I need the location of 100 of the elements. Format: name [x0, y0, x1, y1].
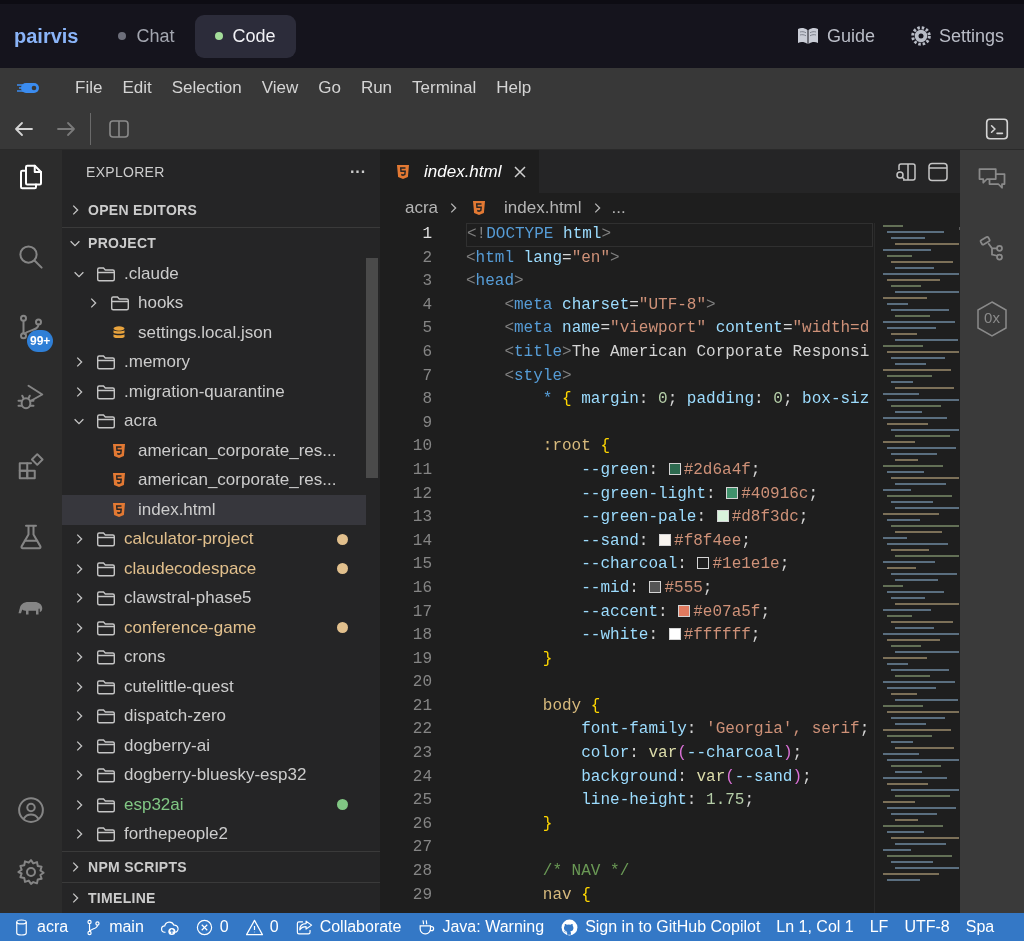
tree-item[interactable]: dogberry-ai — [62, 731, 380, 761]
menu-item[interactable]: Edit — [122, 78, 152, 98]
line-number: 29 — [411, 884, 432, 906]
menu-item[interactable]: Selection — [171, 78, 242, 98]
section-header[interactable]: TIMELINE — [62, 883, 380, 913]
line-number: 22 — [411, 719, 432, 741]
html-file-icon — [112, 501, 126, 518]
breadcrumb[interactable]: index.html — [468, 198, 582, 218]
file-name: clawstral-phase5 — [124, 588, 252, 609]
hexagon-icon — [975, 300, 1009, 338]
file-name: settings.local.json — [138, 322, 273, 343]
tree-item[interactable]: .claude — [62, 259, 380, 289]
status-item[interactable]: LF — [869, 918, 889, 936]
github-icon — [560, 917, 580, 937]
more-button[interactable]: ··· — [350, 162, 366, 181]
code-line: color: var(--charcoal); — [580, 744, 803, 763]
editor-tab[interactable]: index.html — [380, 150, 540, 193]
line-number: 21 — [411, 695, 432, 717]
menu-item[interactable]: Help — [496, 78, 532, 98]
tree-item[interactable]: esp32ai — [62, 790, 380, 820]
tree-item[interactable]: .migration-quarantine — [62, 377, 380, 407]
folder-icon — [96, 560, 116, 577]
menu-item[interactable]: Run — [360, 78, 393, 98]
tree-item[interactable]: cutelittle-quest — [62, 672, 380, 702]
code-line: --green: #2d6a4f; — [580, 460, 761, 479]
settings-icon[interactable] — [16, 857, 46, 887]
settings-link[interactable]: Settings — [910, 25, 1004, 47]
file-name: calculator-project — [124, 529, 254, 550]
tree-item[interactable]: calculator-project — [62, 524, 380, 554]
minimap[interactable] — [874, 223, 959, 913]
section-header[interactable]: OPEN EDITORS — [62, 193, 380, 227]
search-icon[interactable] — [16, 242, 46, 272]
line-number: 4 — [421, 294, 432, 316]
folder-icon — [96, 678, 116, 695]
code-line: <!DOCTYPE html> — [467, 225, 612, 243]
line-number: 20 — [411, 672, 432, 694]
breadcrumb[interactable]: acra — [405, 198, 439, 218]
menu-item[interactable]: Go — [318, 78, 341, 98]
status-item[interactable]: Collaborate — [294, 917, 402, 937]
status-item[interactable]: Ln 1, Col 1 — [776, 918, 854, 936]
menu-item[interactable]: View — [261, 78, 299, 98]
tree-item[interactable]: dispatch-zero — [62, 701, 380, 731]
code-line: line-height: 1.75; — [580, 791, 755, 810]
tree-item[interactable]: hooks — [62, 288, 380, 318]
tree-item[interactable]: clawstral-phase5 — [62, 583, 380, 613]
tree-item[interactable]: forthepeople2 — [62, 819, 380, 849]
tree-item[interactable]: american_corporate_res... — [62, 465, 380, 495]
file-name: crons — [124, 647, 166, 668]
code-line: <style> — [503, 366, 572, 385]
tree-item[interactable]: .memory — [62, 347, 380, 377]
breadcrumb[interactable]: ... — [611, 198, 626, 218]
code-line: * { margin: 0; padding: 0; box-siz — [541, 390, 870, 409]
menu-item[interactable]: Terminal — [412, 78, 477, 98]
status-item[interactable]: 0 — [194, 917, 229, 937]
file-name: american_corporate_res... — [138, 440, 337, 461]
status-item[interactable]: acra — [12, 917, 69, 937]
person-circle-icon[interactable] — [16, 795, 46, 825]
status-item[interactable]: main — [84, 917, 144, 937]
section-header[interactable]: PROJECT — [62, 228, 380, 258]
menu-item[interactable]: File — [75, 78, 103, 98]
status-item[interactable]: UTF-8 — [904, 918, 950, 936]
line-number: 9 — [421, 412, 432, 434]
tree-item[interactable]: claudecodespace — [62, 554, 380, 584]
html-file-icon — [112, 472, 126, 489]
line-number: 13 — [411, 507, 432, 529]
tree-item[interactable]: acra — [62, 406, 380, 436]
status-item[interactable]: Sign in to GitHub Copilot — [560, 917, 761, 937]
guide-link[interactable]: Guide — [796, 25, 875, 47]
tree-item[interactable]: settings.local.json — [62, 318, 380, 348]
code-line: nav { — [541, 885, 591, 904]
tree-item[interactable]: dogberry-bluesky-esp32 — [62, 760, 380, 790]
tree-item[interactable]: american_corporate_res... — [62, 436, 380, 466]
status-item[interactable]: 0 — [244, 917, 279, 937]
bug-play-icon[interactable] — [16, 382, 46, 412]
line-number: 14 — [411, 530, 432, 552]
settings-icon — [910, 26, 931, 46]
file-name: cutelittle-quest — [124, 676, 234, 697]
file-name: forthepeople2 — [124, 824, 228, 845]
warning-icon — [244, 917, 264, 937]
code-line: :root { — [541, 437, 611, 456]
blocks-icon[interactable] — [16, 452, 46, 482]
tree-item[interactable]: conference-game — [62, 613, 380, 643]
code-line: --sand: #f8f4ee; — [580, 531, 751, 550]
mode-tab[interactable]: Chat — [98, 14, 195, 58]
code-line: font-family: 'Georgia', serif; — [580, 720, 870, 739]
line-number: 6 — [421, 341, 432, 363]
file-name: index.html — [138, 499, 216, 520]
file-name: dogberry-ai — [124, 735, 210, 756]
file-name: acra — [124, 411, 158, 432]
scrollbar-thumb[interactable] — [366, 258, 378, 478]
status-item[interactable]: Spa — [965, 918, 995, 936]
app-logo-text: pairvis — [14, 24, 79, 48]
terminal-icon[interactable] — [984, 115, 1010, 142]
tree-item[interactable]: crons — [62, 642, 380, 672]
close-icon[interactable] — [513, 164, 528, 179]
section-header[interactable]: NPM SCRIPTS — [62, 852, 380, 882]
status-item[interactable]: Java: Warning — [417, 917, 545, 937]
tree-item[interactable]: index.html — [62, 495, 366, 525]
mode-tab[interactable]: Code — [194, 14, 296, 58]
line-number: 18 — [411, 625, 432, 647]
